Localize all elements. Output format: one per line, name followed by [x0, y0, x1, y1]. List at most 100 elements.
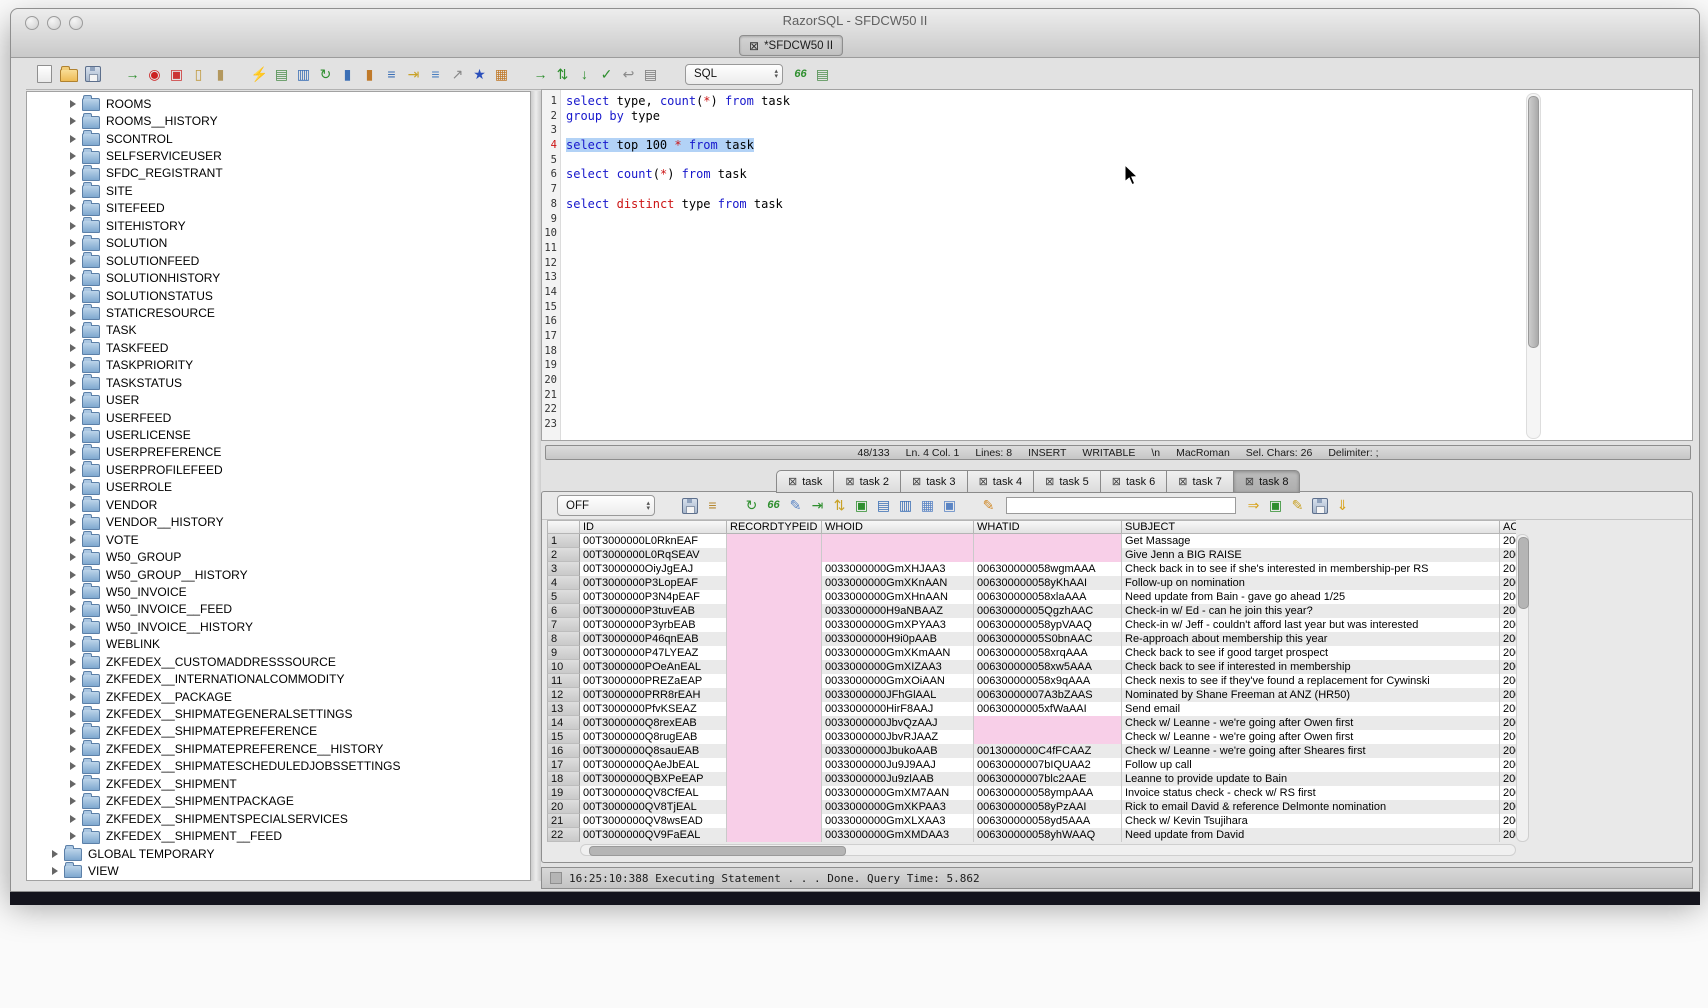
row-number-cell[interactable]: 6 — [547, 604, 580, 618]
sql-editor[interactable]: 1234567891011121314151617181920212223 se… — [541, 89, 1693, 441]
table-cell[interactable]: 006300000058ypVAAQ — [974, 618, 1122, 632]
table-cell[interactable]: 00T3000000L0RknEAF — [580, 534, 727, 548]
table-cell[interactable]: 0033000000GmXLXAA3 — [822, 814, 974, 828]
table-cell[interactable] — [727, 828, 822, 842]
table-cell[interactable]: Check nexis to see if they've found a re… — [1122, 674, 1500, 688]
table-cell[interactable]: 0033000000HirF8AAJ — [822, 702, 974, 716]
row-number-cell[interactable]: 17 — [547, 758, 580, 772]
tree-item[interactable]: USER — [27, 391, 530, 408]
panel-splitter[interactable] — [531, 91, 541, 881]
table-cell[interactable]: 0033000000GmXPYAA3 — [822, 618, 974, 632]
disconnect-icon[interactable]: ◉ — [145, 65, 164, 84]
table-cell[interactable]: 00T3000000P3LopEAF — [580, 576, 727, 590]
sql-mode-dropdown[interactable]: SQL▴▾ — [685, 64, 783, 85]
disclosure-triangle-icon[interactable] — [70, 379, 76, 387]
table-cell[interactable]: 00T3000000QV9FaEAL — [580, 828, 727, 842]
table-cell[interactable]: 00T3000000QAeJbEAL — [580, 758, 727, 772]
table-cell[interactable]: 0033000000GmXKPAA3 — [822, 800, 974, 814]
save-icon[interactable] — [85, 66, 101, 82]
tree-item[interactable]: SITE — [27, 182, 530, 199]
table-cell[interactable] — [727, 744, 822, 758]
result-tab[interactable]: ⊠task 3 — [901, 470, 968, 493]
table-cell[interactable]: 00T3000000Q8rexEAB — [580, 716, 727, 730]
disclosure-triangle-icon[interactable] — [70, 466, 76, 474]
table-cell[interactable]: 200 — [1500, 828, 1516, 842]
table-cell[interactable]: 00630000005QgzhAAC — [974, 604, 1122, 618]
disclosure-triangle-icon[interactable] — [70, 553, 76, 561]
disclosure-triangle-icon[interactable] — [70, 797, 76, 805]
tree-item[interactable]: SCONTROL — [27, 130, 530, 147]
table-cell[interactable]: 0033000000JbukoAAB — [822, 744, 974, 758]
table-cell[interactable]: Give Jenn a BIG RAISE — [1122, 548, 1500, 562]
table-cell[interactable]: 00T3000000PfvKSEAZ — [580, 702, 727, 716]
tree-item[interactable]: TASK — [27, 322, 530, 339]
table-cell[interactable]: 200 — [1500, 548, 1516, 562]
table-cell[interactable] — [727, 716, 822, 730]
table-cell[interactable]: 200 — [1500, 702, 1516, 716]
book-icon[interactable]: ▮ — [338, 65, 357, 84]
table-cell[interactable]: 006300000058wgmAAA — [974, 562, 1122, 576]
table-cell[interactable]: 200 — [1500, 814, 1516, 828]
table-cell[interactable]: 200 — [1500, 632, 1516, 646]
table-cell[interactable]: 006300000058xw5AAA — [974, 660, 1122, 674]
tree-item[interactable]: W50_INVOICE — [27, 583, 530, 600]
highlight-pen-icon[interactable]: ✎ — [979, 496, 998, 515]
table-cell[interactable] — [822, 534, 974, 548]
view-record-icon[interactable]: 66 — [764, 496, 783, 515]
disclosure-triangle-icon[interactable] — [70, 135, 76, 143]
disclosure-triangle-icon[interactable] — [70, 257, 76, 265]
tree-item[interactable]: ZKFEDEX__CUSTOMADDRESSSOURCE — [27, 653, 530, 670]
close-tab-icon[interactable]: ⊠ — [1045, 475, 1054, 488]
table-cell[interactable]: 00T3000000P3yrbEAB — [580, 618, 727, 632]
result-tab[interactable]: ⊠task 7 — [1167, 470, 1234, 493]
table-cell[interactable]: 200 — [1500, 730, 1516, 744]
row-number-cell[interactable]: 19 — [547, 786, 580, 800]
table-cell[interactable]: 00630000007blc2AAE — [974, 772, 1122, 786]
result-tab[interactable]: ⊠task 2 — [834, 470, 901, 493]
table-cell[interactable]: Send email — [1122, 702, 1500, 716]
close-tab-icon[interactable]: ⊠ — [749, 39, 759, 53]
table-cell[interactable]: 200 — [1500, 534, 1516, 548]
tree-item[interactable]: ZKFEDEX__SHIPMENTSPECIALSERVICES — [27, 810, 530, 827]
disclosure-triangle-icon[interactable] — [70, 169, 76, 177]
disclosure-triangle-icon[interactable] — [70, 204, 76, 212]
table-cell[interactable]: Check w/ Kevin Tsujihara — [1122, 814, 1500, 828]
table-cell[interactable] — [974, 730, 1122, 744]
tree-item[interactable]: SFDC_REGISTRANT — [27, 165, 530, 182]
table-cell[interactable] — [727, 590, 822, 604]
disclosure-triangle-icon[interactable] — [70, 675, 76, 683]
table-cell[interactable]: Check back in to see if she's interested… — [1122, 562, 1500, 576]
table-cell[interactable]: 0033000000GmXOiAAN — [822, 674, 974, 688]
disclosure-triangle-icon[interactable] — [70, 239, 76, 247]
execute-sql-icon[interactable]: ⚡ — [250, 65, 269, 84]
disclosure-triangle-icon[interactable] — [70, 414, 76, 422]
disclosure-triangle-icon[interactable] — [70, 658, 76, 666]
table-cell[interactable]: 200 — [1500, 716, 1516, 730]
history-icon[interactable]: ▤ — [641, 65, 660, 84]
table-cell[interactable]: Leanne to provide update to Bain — [1122, 772, 1500, 786]
tree-item[interactable]: USERPREFERENCE — [27, 444, 530, 461]
close-tab-icon[interactable]: ⊠ — [788, 475, 797, 488]
table-cell[interactable]: Follow up call — [1122, 758, 1500, 772]
tree-item[interactable]: ROOMS__HISTORY — [27, 112, 530, 129]
table-cell[interactable]: Follow-up on nomination — [1122, 576, 1500, 590]
disclosure-triangle-icon[interactable] — [70, 710, 76, 718]
table-cell[interactable] — [822, 548, 974, 562]
table-cell[interactable]: 00T3000000L0RqSEAV — [580, 548, 727, 562]
table-cell[interactable]: Check back to see if interested in membe… — [1122, 660, 1500, 674]
table-cell[interactable]: 0033000000GmXHnAAN — [822, 590, 974, 604]
disclosure-triangle-icon[interactable] — [70, 536, 76, 544]
disclosure-triangle-icon[interactable] — [70, 309, 76, 317]
row-number-cell[interactable]: 1 — [547, 534, 580, 548]
disclosure-triangle-icon[interactable] — [70, 361, 76, 369]
disclosure-triangle-icon[interactable] — [52, 850, 58, 858]
table-cell[interactable]: 200 — [1500, 758, 1516, 772]
disclosure-triangle-icon[interactable] — [70, 623, 76, 631]
table-cell[interactable]: 00T3000000QV8TjEAL — [580, 800, 727, 814]
tree-item[interactable]: GLOBAL TEMPORARY — [27, 845, 530, 862]
comment-icon[interactable]: ↗ — [448, 65, 467, 84]
grid-horizontal-scrollbar[interactable] — [580, 844, 1516, 856]
tree-item[interactable]: SOLUTIONHISTORY — [27, 269, 530, 286]
result-tab[interactable]: ⊠task 5 — [1034, 470, 1101, 493]
table-cell[interactable]: 00T3000000QBXPeEAP — [580, 772, 727, 786]
